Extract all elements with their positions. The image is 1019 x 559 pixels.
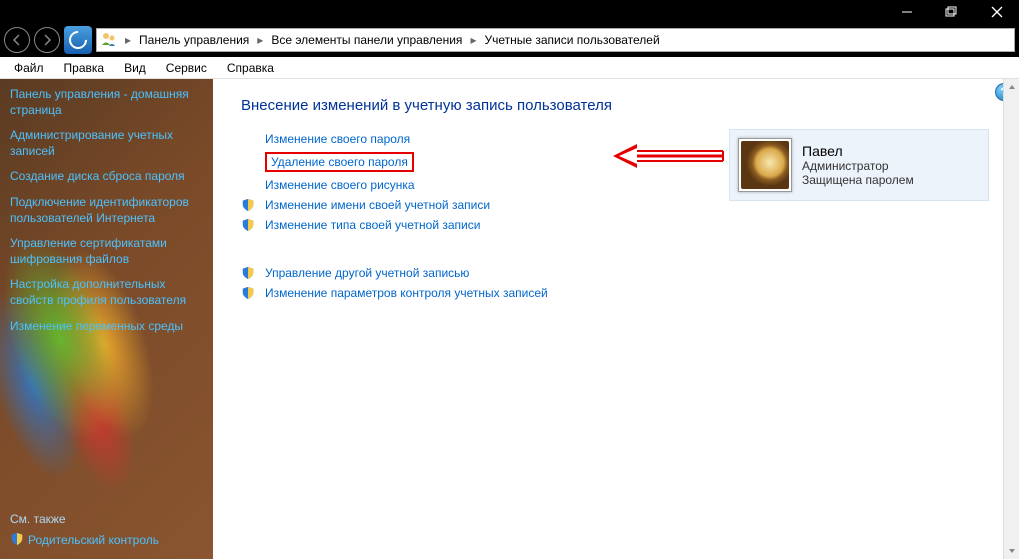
action-link[interactable]: Изменение своего пароля [265, 132, 410, 146]
annotation-arrow [613, 144, 733, 168]
shield-icon [241, 218, 255, 232]
sidebar-item-label: Родительский контроль [28, 533, 159, 547]
account-info: Павел Администратор Защищена паролем [802, 143, 914, 187]
sidebar-item-certs[interactable]: Управление сертификатами шифрования файл… [10, 236, 203, 267]
sidebar-item-online-ids[interactable]: Подключение идентификаторов пользователе… [10, 195, 203, 226]
maximize-button[interactable] [929, 0, 974, 23]
see-also-label: См. также [10, 512, 203, 526]
back-button[interactable] [4, 27, 30, 53]
shield-icon [241, 286, 255, 300]
shield-icon [241, 198, 255, 212]
sidebar-item-profile[interactable]: Настройка дополнительных свойств профиля… [10, 277, 203, 308]
action-link[interactable]: Удаление своего пароля [271, 155, 408, 169]
breadcrumb-seg-3[interactable]: Учетные записи пользователей [480, 31, 663, 49]
menu-view[interactable]: Вид [116, 59, 154, 77]
app-icon[interactable] [64, 26, 92, 54]
account-role: Администратор [802, 159, 914, 173]
forward-button[interactable] [34, 27, 60, 53]
action-uac-settings[interactable]: Изменение параметров контроля учетных за… [241, 286, 1005, 300]
scroll-down-button[interactable] [1004, 543, 1019, 559]
nav-row: ▸ Панель управления ▸ Все элементы панел… [0, 23, 1019, 57]
menu-help[interactable]: Справка [219, 59, 282, 77]
close-button[interactable] [974, 0, 1019, 23]
action-link[interactable]: Управление другой учетной записью [265, 266, 469, 280]
menu-bar: Файл Правка Вид Сервис Справка [0, 57, 1019, 79]
shield-icon [241, 266, 255, 280]
chevron-right-icon: ▸ [253, 33, 267, 47]
breadcrumb-seg-2[interactable]: Все элементы панели управления [267, 31, 466, 49]
titlebar [0, 0, 1019, 23]
account-card: Павел Администратор Защищена паролем [729, 129, 989, 201]
address-bar[interactable]: ▸ Панель управления ▸ Все элементы панел… [96, 28, 1015, 52]
scroll-up-button[interactable] [1004, 79, 1019, 95]
sidebar-item-reset-disk[interactable]: Создание диска сброса пароля [10, 169, 203, 185]
action-manage-other[interactable]: Управление другой учетной записью [241, 266, 1005, 280]
user-accounts-icon [99, 30, 119, 50]
sidebar: Панель управления - домашняя страница Ад… [0, 79, 213, 559]
chevron-right-icon: ▸ [121, 33, 135, 47]
menu-service[interactable]: Сервис [158, 59, 215, 77]
chevron-right-icon: ▸ [466, 33, 480, 47]
sidebar-item-admin[interactable]: Администрирование учетных записей [10, 128, 203, 159]
action-link[interactable]: Изменение параметров контроля учетных за… [265, 286, 548, 300]
body: Панель управления - домашняя страница Ад… [0, 79, 1019, 559]
action-link[interactable]: Изменение имени своей учетной записи [265, 198, 490, 212]
sidebar-item-parental[interactable]: Родительский контроль [10, 532, 203, 549]
account-protected: Защищена паролем [802, 173, 914, 187]
main-content: ? Внесение изменений в учетную запись по… [213, 79, 1019, 559]
sidebar-item-env[interactable]: Изменение переменных среды [10, 319, 203, 335]
breadcrumb-seg-1[interactable]: Панель управления [135, 31, 253, 49]
window: ▸ Панель управления ▸ Все элементы панел… [0, 0, 1019, 559]
sidebar-item-home[interactable]: Панель управления - домашняя страница [10, 87, 203, 118]
annotation-highlight: Удаление своего пароля [265, 152, 414, 172]
menu-edit[interactable]: Правка [56, 59, 113, 77]
account-name: Павел [802, 143, 914, 159]
page-heading: Внесение изменений в учетную запись поль… [241, 97, 1005, 114]
action-change-type[interactable]: Изменение типа своей учетной записи [241, 218, 1005, 232]
minimize-button[interactable] [884, 0, 929, 23]
shield-icon [10, 532, 24, 546]
menu-file[interactable]: Файл [6, 59, 52, 77]
action-link[interactable]: Изменение своего рисунка [265, 178, 415, 192]
avatar [738, 138, 792, 192]
vertical-scrollbar[interactable] [1003, 79, 1019, 559]
action-link[interactable]: Изменение типа своей учетной записи [265, 218, 480, 232]
